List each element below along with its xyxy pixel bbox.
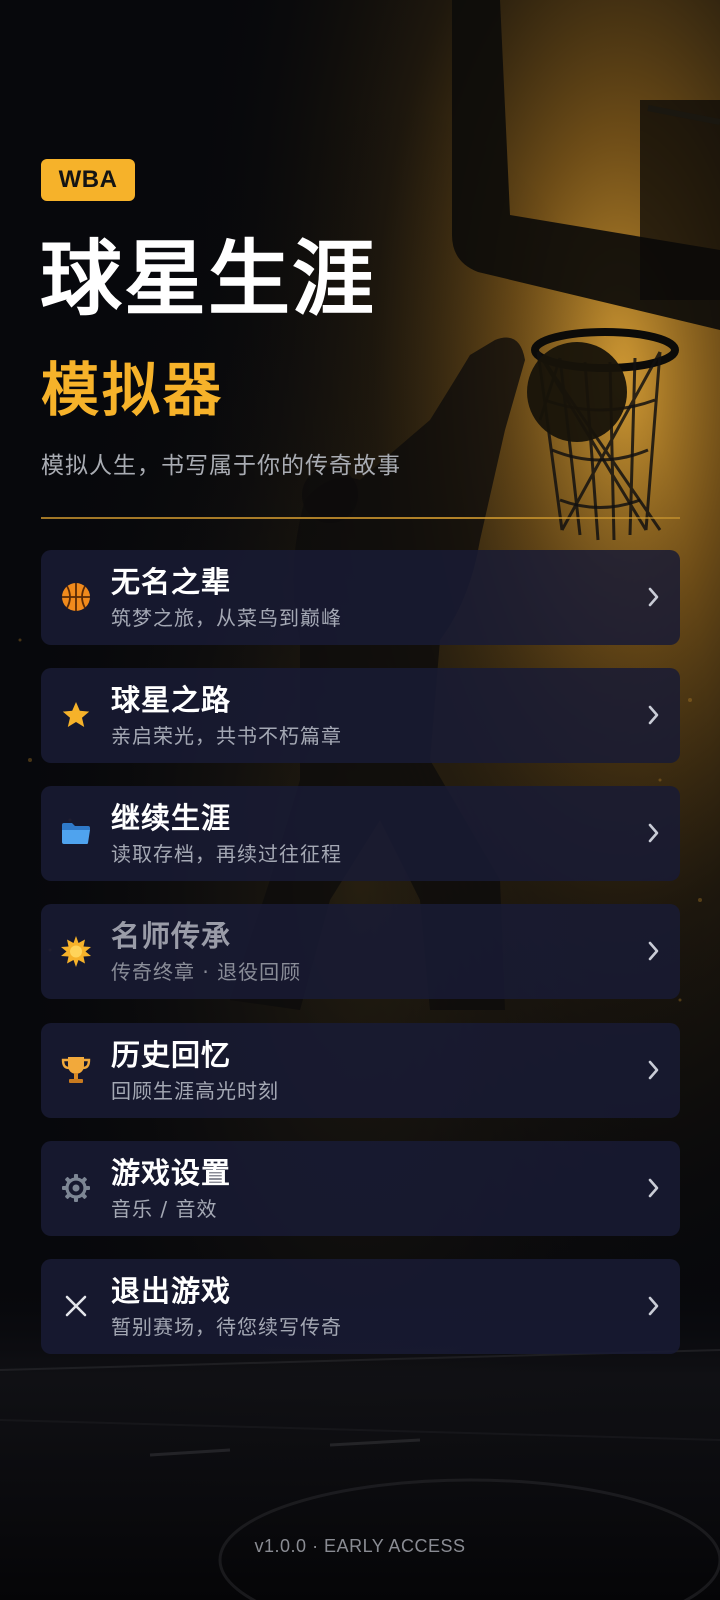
main-menu-screen: WBA 球星生涯 模拟器 模拟人生，书写属于你的传奇故事 无名之辈 筑梦之旅，从… <box>0 0 720 1600</box>
game-title: 球星生涯 <box>40 232 377 327</box>
gold-divider <box>41 517 680 519</box>
menu-item-history[interactable]: 历史回忆 回顾生涯高光时刻 <box>41 1023 680 1118</box>
chevron-right-icon <box>646 584 662 610</box>
menu-content: WBA 球星生涯 模拟器 模拟人生，书写属于你的传奇故事 无名之辈 筑梦之旅，从… <box>0 0 720 1600</box>
menu-item-description: 读取存档，再续过往征程 <box>111 842 342 866</box>
menu-item-exit-game[interactable]: 退出游戏 暂别赛场，待您续写传奇 <box>41 1259 680 1354</box>
chevron-right-icon <box>646 702 662 728</box>
menu-item-label: 历史回忆 <box>111 1038 232 1072</box>
sunburst-icon <box>59 934 93 968</box>
menu-item-label: 球星之路 <box>111 683 232 717</box>
menu-item-label: 名师传承 <box>111 919 232 953</box>
chevron-right-icon <box>646 938 662 964</box>
menu-item-description: 回顾生涯高光时刻 <box>111 1079 279 1103</box>
menu-item-description: 暂别赛场，待您续写传奇 <box>111 1315 342 1339</box>
menu-item-label: 退出游戏 <box>111 1274 232 1308</box>
menu-item-star-road[interactable]: 球星之路 亲启荣光，共书不朽篇章 <box>41 668 680 763</box>
chevron-right-icon <box>646 1057 662 1083</box>
menu-item-description: 传奇终章 · 退役回顾 <box>111 960 302 984</box>
game-subtitle: 模拟器 <box>41 356 225 424</box>
basketball-icon <box>59 580 93 614</box>
chevron-right-icon <box>646 820 662 846</box>
star-icon <box>59 698 93 732</box>
chevron-right-icon <box>646 1293 662 1319</box>
tagline: 模拟人生，书写属于你的传奇故事 <box>41 453 401 479</box>
menu-item-label: 游戏设置 <box>111 1156 232 1190</box>
trophy-icon <box>59 1053 93 1087</box>
version-label: v1.0.0 · EARLY ACCESS <box>254 1536 466 1556</box>
chevron-right-icon <box>646 1175 662 1201</box>
menu-item-new-career[interactable]: 无名之辈 筑梦之旅，从菜鸟到巅峰 <box>41 550 680 645</box>
gear-icon <box>59 1171 93 1205</box>
wba-badge: WBA <box>41 159 135 201</box>
folder-icon <box>59 816 93 850</box>
menu-item-label: 无名之辈 <box>111 565 232 599</box>
menu-item-settings[interactable]: 游戏设置 音乐 / 音效 <box>41 1141 680 1236</box>
menu-item-label: 继续生涯 <box>111 801 232 835</box>
menu-item-mentor-legacy[interactable]: 名师传承 传奇终章 · 退役回顾 <box>41 904 680 999</box>
menu-item-description: 亲启荣光，共书不朽篇章 <box>111 724 342 748</box>
menu-item-continue-career[interactable]: 继续生涯 读取存档，再续过往征程 <box>41 786 680 881</box>
menu-item-description: 音乐 / 音效 <box>111 1197 218 1221</box>
close-icon <box>59 1289 93 1323</box>
menu-item-description: 筑梦之旅，从菜鸟到巅峰 <box>111 606 342 630</box>
